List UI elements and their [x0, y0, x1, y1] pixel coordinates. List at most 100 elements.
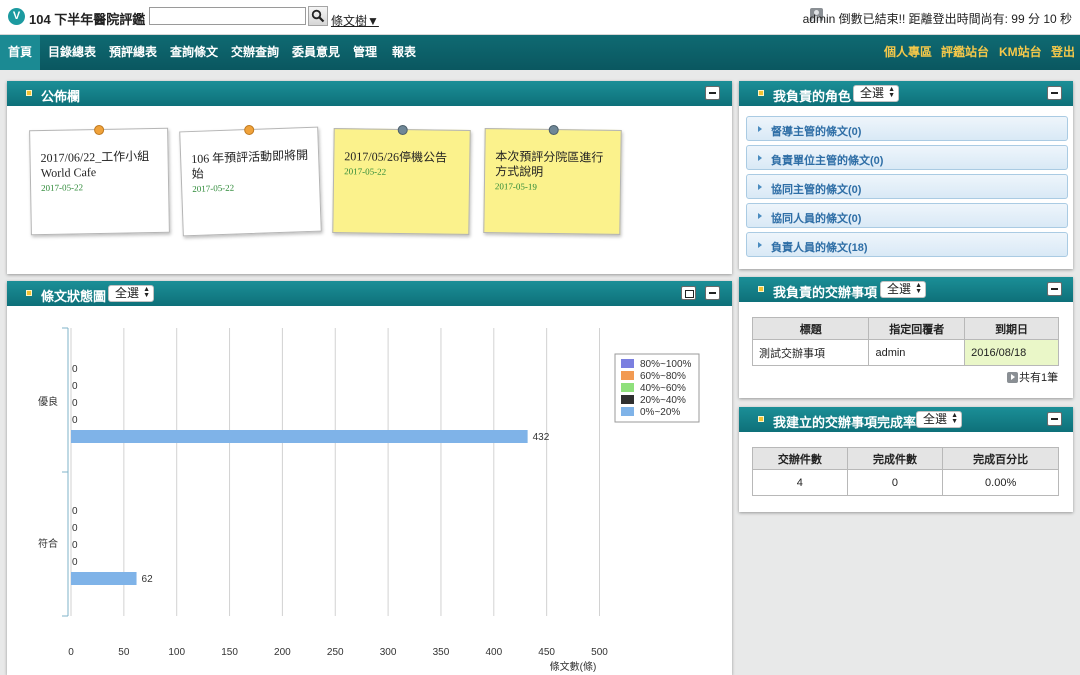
- role-label: 協同人員的條文(0): [771, 213, 862, 225]
- table-header-row: 標題 指定回覆者 到期日: [751, 317, 1059, 340]
- bulletin-note[interactable]: 106 年預評活動即將開始 2017-05-22: [179, 124, 322, 237]
- collapse-button[interactable]: [1047, 412, 1062, 426]
- pin-icon: [93, 124, 104, 136]
- table-row: 4 0 0.00%: [752, 469, 1059, 496]
- nav-logout[interactable]: 登出: [1051, 35, 1075, 70]
- nav-catalog[interactable]: 目錄總表: [48, 35, 96, 70]
- legend-swatch: [621, 407, 634, 416]
- bullet-icon: [26, 90, 32, 96]
- role-item-staff[interactable]: 負責人員的條文(18): [746, 232, 1068, 257]
- x-tick-label: 500: [591, 647, 608, 658]
- note-title: 106 年預評活動即將開始: [190, 147, 309, 182]
- note-date: 2017-05-22: [192, 182, 235, 195]
- column-header: 交辦件數: [752, 447, 848, 470]
- category-label: 符合: [38, 537, 58, 550]
- collapse-button[interactable]: [1047, 282, 1062, 296]
- role-item-unit-head[interactable]: 負責單位主管的條文(0): [746, 145, 1068, 170]
- nav-personal[interactable]: 個人專區: [884, 35, 932, 70]
- bulletin-note[interactable]: 2017/06/22_工作小組 World Cafe 2017-05-22: [29, 124, 170, 236]
- tasks-select[interactable]: 全選 ▲ ▼: [880, 281, 927, 298]
- search-icon: [311, 9, 325, 23]
- tasks-total: 共有1筆: [1007, 369, 1058, 385]
- x-tick-label: 50: [118, 647, 130, 658]
- legend-swatch: [621, 395, 634, 404]
- note-date: 2017-05-22: [344, 166, 387, 177]
- roles-select[interactable]: 全選 ▲ ▼: [853, 85, 900, 102]
- roles-panel: 我負責的角色 全選 ▲ ▼ 督導主管的條文(0) 負責單位主管的條文(0) 協同主管…: [739, 81, 1073, 269]
- bar-value-label: 0: [72, 506, 78, 517]
- bar: [71, 572, 137, 585]
- next-arrow-icon[interactable]: [1007, 372, 1018, 383]
- article-tree-link[interactable]: 條文樹▼: [331, 12, 379, 29]
- expand-arrow-icon: [758, 213, 762, 219]
- completion-header: 我建立的交辦事項完成率 全選 ▲ ▼: [739, 407, 1073, 432]
- expand-arrow-icon: [758, 155, 762, 161]
- legend-swatch: [621, 383, 634, 392]
- table-row[interactable]: 測試交辦事項 admin 2016/08/18: [751, 339, 1059, 366]
- bulletin-note[interactable]: 2017/05/26停機公告 2017-05-22: [332, 124, 471, 235]
- column-header: 完成百分比: [942, 447, 1059, 470]
- bar-value-label: 0: [72, 364, 78, 375]
- note-date: 2017-05-22: [41, 182, 84, 194]
- collapse-button[interactable]: [705, 286, 720, 300]
- role-item-co-staff[interactable]: 協同人員的條文(0): [746, 203, 1068, 228]
- search-button[interactable]: [308, 6, 328, 26]
- completion-select[interactable]: 全選 ▲ ▼: [916, 411, 963, 428]
- x-tick-label: 200: [274, 647, 291, 658]
- bar-value-label: 0: [72, 523, 78, 534]
- bulletin-note[interactable]: 本次預評分院區進行方式說明 2017-05-19: [483, 124, 622, 235]
- roles-title: 我負責的角色: [773, 89, 852, 104]
- legend-label: 40%~60%: [640, 383, 686, 394]
- pin-icon: [243, 124, 254, 136]
- role-item-co-supervisor[interactable]: 協同主管的條文(0): [746, 174, 1068, 199]
- status-chart-panel: 條文狀態圖 全選 ▲ ▼ 0 50 100 150 200 250 300 350 400 450 50…: [7, 281, 732, 675]
- bulletin-header: 公佈欄: [7, 81, 732, 106]
- x-tick-label: 350: [433, 647, 450, 658]
- task-assignee-cell: admin: [868, 339, 966, 366]
- bullet-icon: [26, 290, 32, 296]
- roles-header: 我負責的角色 全選 ▲ ▼: [739, 81, 1073, 106]
- bar-value-label: 0: [72, 557, 78, 568]
- x-tick-label: 400: [485, 647, 502, 658]
- legend-swatch: [621, 371, 634, 380]
- nav-eval-site[interactable]: 評鑑站台: [941, 35, 989, 70]
- column-header: 到期日: [964, 317, 1059, 340]
- status-chart-title: 條文狀態圖: [41, 289, 107, 304]
- note-title: 本次預評分院區進行方式說明: [495, 149, 604, 179]
- tasks-header: 我負責的交辦事項 全選 ▲ ▼: [739, 277, 1073, 302]
- expand-arrow-icon: [758, 184, 762, 190]
- search-input[interactable]: [149, 7, 306, 25]
- nav-admin[interactable]: 管理: [353, 35, 377, 70]
- bar-value-label: 432: [533, 432, 550, 443]
- completed-count-cell: 0: [846, 469, 944, 496]
- task-title-cell[interactable]: 測試交辦事項: [751, 339, 870, 366]
- completion-percent-cell: 0.00%: [942, 469, 1059, 496]
- column-header: 完成件數: [846, 447, 944, 470]
- x-tick-label: 300: [380, 647, 397, 658]
- nav-reports[interactable]: 報表: [392, 35, 416, 70]
- nav-query-articles[interactable]: 查詢條文: [170, 35, 218, 70]
- nav-task-query[interactable]: 交辦查詢: [231, 35, 279, 70]
- tasks-panel: 我負責的交辦事項 全選 ▲ ▼ 標題 指定回覆者 到期日 測試交辦事項 admin …: [739, 277, 1073, 398]
- nav-home[interactable]: 首頁: [0, 35, 41, 70]
- expand-arrow-icon: [758, 242, 762, 248]
- status-chart-select[interactable]: 全選 ▲ ▼: [108, 285, 155, 302]
- category-label: 優良: [38, 395, 58, 408]
- note-title: 2017/06/22_工作小組 World Cafe: [40, 149, 150, 181]
- bulletin-panel: 公佈欄 2017/06/22_工作小組 World Cafe 2017-05-2…: [7, 81, 732, 274]
- collapse-button[interactable]: [705, 86, 720, 100]
- table-header-row: 交辦件數 完成件數 完成百分比: [752, 447, 1059, 470]
- app-title: 104 下半年醫院評鑑: [29, 12, 146, 27]
- nav-km-site[interactable]: KM站台: [999, 35, 1042, 70]
- bar-value-label: 0: [72, 381, 78, 392]
- column-header: 標題: [751, 317, 870, 340]
- role-item-supervisor[interactable]: 督導主管的條文(0): [746, 116, 1068, 141]
- collapse-button[interactable]: [1047, 86, 1062, 100]
- bar-value-label: 0: [72, 398, 78, 409]
- nav-committee-opinion[interactable]: 委員意見: [292, 35, 340, 70]
- export-button[interactable]: [681, 286, 696, 300]
- nav-pre-eval[interactable]: 預評總表: [109, 35, 157, 70]
- legend-label: 0%~20%: [640, 407, 680, 418]
- bar-value-label: 0: [72, 415, 78, 426]
- legend-label: 60%~80%: [640, 371, 686, 382]
